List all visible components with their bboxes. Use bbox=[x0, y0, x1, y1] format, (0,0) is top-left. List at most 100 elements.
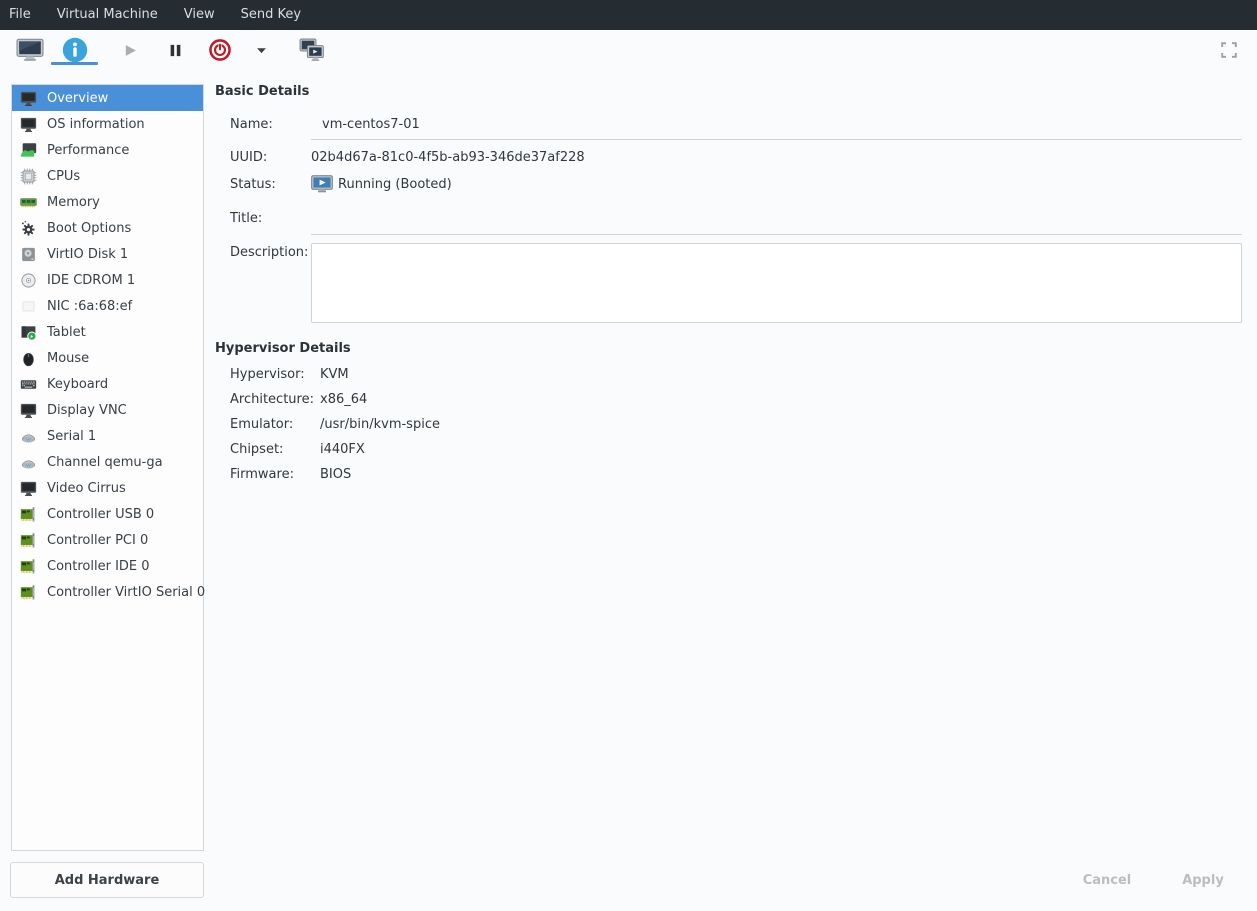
basic-details-title: Basic Details bbox=[215, 84, 309, 99]
sidebar-item-serial-1[interactable]: Serial 1 bbox=[12, 423, 203, 449]
chevron-down-icon bbox=[256, 47, 267, 54]
description-label: Description: bbox=[230, 245, 308, 260]
title-input[interactable] bbox=[311, 207, 1242, 235]
emulator-label: Emulator: bbox=[230, 417, 293, 432]
tablet-icon bbox=[20, 324, 37, 341]
console-button[interactable] bbox=[13, 30, 47, 70]
fullscreen-button[interactable] bbox=[1213, 30, 1245, 70]
sidebar-item-performance[interactable]: Performance bbox=[12, 137, 203, 163]
status-value: Running (Booted) bbox=[338, 177, 452, 192]
cancel-button[interactable]: Cancel bbox=[1062, 866, 1152, 894]
serial-port-icon bbox=[20, 454, 37, 471]
details-active-indicator bbox=[51, 62, 98, 65]
sidebar-item-label: Performance bbox=[47, 143, 129, 158]
sidebar-item-keyboard[interactable]: Keyboard bbox=[12, 371, 203, 397]
snapshots-button[interactable] bbox=[295, 30, 329, 70]
serial-port-icon bbox=[20, 428, 37, 445]
hypervisor-value: KVM bbox=[320, 367, 349, 382]
sidebar-item-cpus[interactable]: CPUs bbox=[12, 163, 203, 189]
info-icon bbox=[62, 37, 88, 63]
sidebar-item-nic[interactable]: NIC :6a:68:ef bbox=[12, 293, 203, 319]
sidebar-item-controller-ide-0[interactable]: Controller IDE 0 bbox=[12, 553, 203, 579]
chipset-value: i440FX bbox=[320, 442, 365, 457]
sidebar-item-boot-options[interactable]: Boot Options bbox=[12, 215, 203, 241]
sidebar-item-label: Display VNC bbox=[47, 403, 127, 418]
sidebar-item-label: OS information bbox=[47, 117, 145, 132]
menu-send-key[interactable]: Send Key bbox=[228, 0, 314, 30]
sidebar-item-controller-virtio-serial-0[interactable]: Controller VirtIO Serial 0 bbox=[12, 579, 203, 605]
chipset-label: Chipset: bbox=[230, 442, 283, 457]
sidebar-item-label: VirtIO Disk 1 bbox=[47, 247, 128, 262]
sidebar-item-controller-usb-0[interactable]: Controller USB 0 bbox=[12, 501, 203, 527]
sidebar-item-label: IDE CDROM 1 bbox=[47, 273, 135, 288]
performance-chart-icon bbox=[20, 142, 37, 159]
sidebar-item-label: Overview bbox=[47, 91, 108, 106]
shutdown-button[interactable] bbox=[204, 30, 236, 70]
play-icon bbox=[123, 43, 138, 58]
shutdown-power-icon bbox=[209, 39, 231, 61]
running-status-icon bbox=[311, 175, 333, 193]
sidebar-item-video-cirrus[interactable]: Video Cirrus bbox=[12, 475, 203, 501]
pause-button[interactable] bbox=[159, 30, 191, 70]
hypervisor-details-title: Hypervisor Details bbox=[215, 341, 351, 356]
sidebar-item-label: Controller VirtIO Serial 0 bbox=[47, 585, 205, 600]
sidebar-item-label: Channel qemu-ga bbox=[47, 455, 163, 470]
name-input[interactable] bbox=[311, 112, 1242, 140]
name-label: Name: bbox=[230, 117, 273, 132]
apply-button[interactable]: Apply bbox=[1158, 866, 1248, 894]
sidebar-item-label: Keyboard bbox=[47, 377, 108, 392]
sidebar-item-controller-pci-0[interactable]: Controller PCI 0 bbox=[12, 527, 203, 553]
cpu-icon bbox=[20, 168, 37, 185]
display-icon bbox=[20, 480, 37, 497]
sidebar-item-label: Video Cirrus bbox=[47, 481, 126, 496]
status-label: Status: bbox=[230, 177, 276, 192]
controller-card-icon bbox=[20, 584, 37, 601]
sidebar-item-label: Mouse bbox=[47, 351, 89, 366]
sidebar-item-label: Serial 1 bbox=[47, 429, 96, 444]
controller-card-icon bbox=[20, 558, 37, 575]
sidebar-item-overview[interactable]: Overview bbox=[12, 85, 203, 111]
mouse-icon bbox=[20, 350, 37, 367]
shutdown-menu-button[interactable] bbox=[251, 30, 271, 70]
architecture-value: x86_64 bbox=[320, 392, 367, 407]
sidebar-item-memory[interactable]: Memory bbox=[12, 189, 203, 215]
sidebar-item-label: CPUs bbox=[47, 169, 80, 184]
uuid-label: UUID: bbox=[230, 150, 267, 165]
sidebar-item-label: NIC :6a:68:ef bbox=[47, 299, 132, 314]
keyboard-icon bbox=[20, 376, 37, 393]
disk-icon bbox=[20, 246, 37, 263]
sidebar-item-ide-cdrom-1[interactable]: IDE CDROM 1 bbox=[12, 267, 203, 293]
display-icon bbox=[20, 402, 37, 419]
menu-view[interactable]: View bbox=[171, 0, 228, 30]
emulator-value: /usr/bin/kvm-spice bbox=[320, 417, 440, 432]
sidebar-item-label: Controller USB 0 bbox=[47, 507, 154, 522]
sidebar-item-label: Controller PCI 0 bbox=[47, 533, 148, 548]
gear-icon bbox=[20, 220, 37, 237]
sidebar-item-label: Boot Options bbox=[47, 221, 131, 236]
sidebar-item-os-information[interactable]: OS information bbox=[12, 111, 203, 137]
uuid-value: 02b4d67a-81c0-4f5b-ab93-346de37af228 bbox=[311, 150, 585, 165]
sidebar-item-tablet[interactable]: Tablet bbox=[12, 319, 203, 345]
firmware-value: BIOS bbox=[320, 467, 351, 482]
menu-file[interactable]: File bbox=[0, 0, 44, 30]
monitor-icon bbox=[20, 116, 37, 133]
sidebar-item-virtio-disk-1[interactable]: VirtIO Disk 1 bbox=[12, 241, 203, 267]
title-label: Title: bbox=[230, 211, 262, 226]
pause-icon bbox=[168, 43, 183, 58]
menu-virtual-machine[interactable]: Virtual Machine bbox=[44, 0, 171, 30]
sidebar-item-display-vnc[interactable]: Display VNC bbox=[12, 397, 203, 423]
sidebar-item-label: Controller IDE 0 bbox=[47, 559, 150, 574]
sidebar-item-mouse[interactable]: Mouse bbox=[12, 345, 203, 371]
hypervisor-label: Hypervisor: bbox=[230, 367, 305, 382]
run-button[interactable] bbox=[114, 30, 146, 70]
sidebar-item-label: Memory bbox=[47, 195, 100, 210]
architecture-label: Architecture: bbox=[230, 392, 314, 407]
firmware-label: Firmware: bbox=[230, 467, 294, 482]
sidebar-item-channel-qemu-ga[interactable]: Channel qemu-ga bbox=[12, 449, 203, 475]
add-hardware-button[interactable]: Add Hardware bbox=[10, 862, 204, 898]
description-textarea[interactable] bbox=[311, 243, 1242, 323]
console-monitor-icon bbox=[16, 38, 44, 62]
snapshots-icon bbox=[299, 38, 325, 62]
vm-details-window: File Virtual Machine View Send Key Overv… bbox=[0, 0, 1257, 911]
fullscreen-icon bbox=[1221, 42, 1237, 58]
